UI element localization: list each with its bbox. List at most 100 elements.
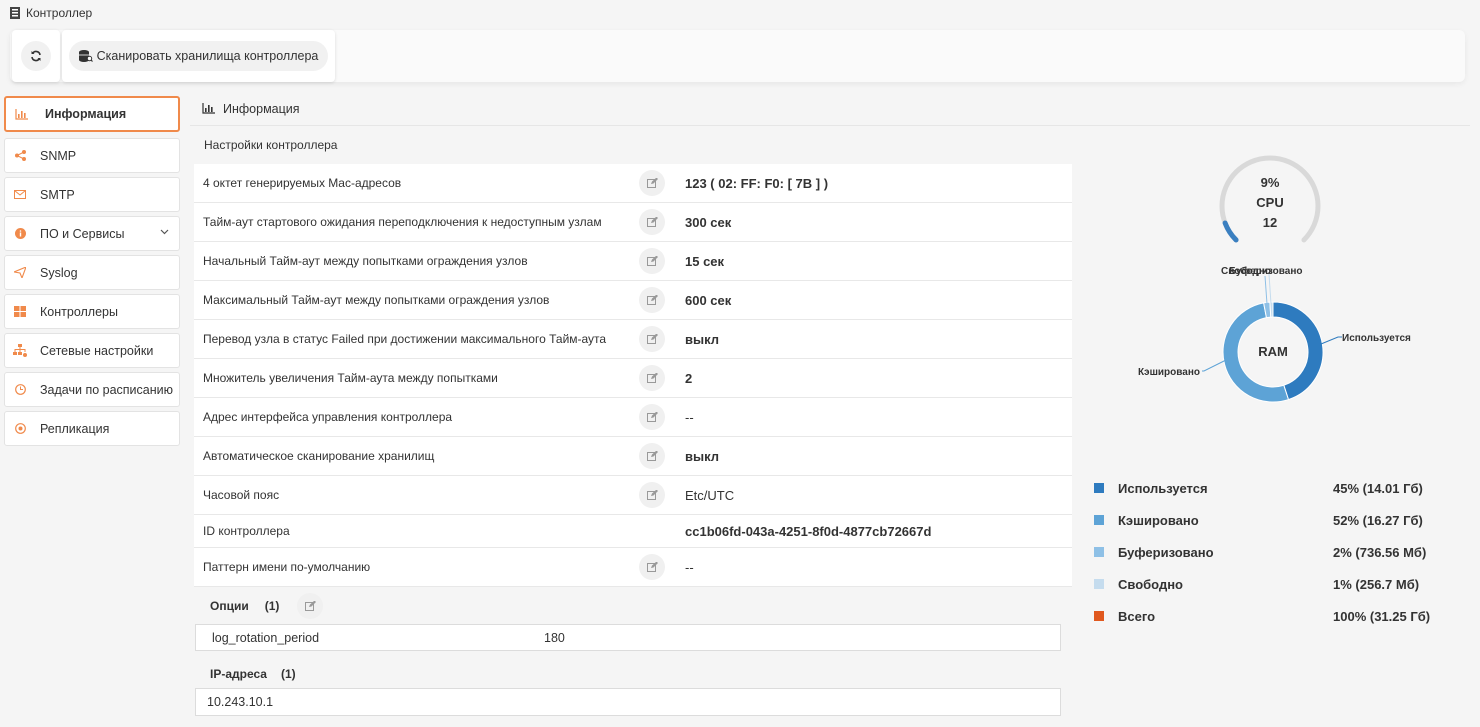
plus-circle-icon: [13, 422, 27, 436]
scan-storages-button[interactable]: Сканировать хранилища контроллера: [68, 41, 329, 71]
cpu-percent: 9%: [1261, 175, 1280, 190]
edit-icon: [646, 178, 658, 188]
edit-button[interactable]: [639, 443, 665, 469]
legend-swatch: [1094, 611, 1104, 621]
setting-value: 123 ( 02: FF: F0: [ 7B ] ): [685, 175, 829, 191]
sidebar-item-label: Репликация: [40, 421, 110, 436]
edit-button[interactable]: [639, 209, 665, 235]
sidebar-item-label: SNMP: [40, 148, 77, 163]
server-icon: [10, 7, 20, 19]
sidebar-item-controllers[interactable]: Контроллеры: [4, 294, 180, 329]
legend-row: Кэшировано 52% (16.27 Гб): [1094, 504, 1454, 536]
setting-value: --: [685, 409, 694, 425]
edit-button[interactable]: [639, 404, 665, 430]
callout-line-used: [1320, 336, 1342, 345]
refresh-group: [12, 30, 60, 82]
legend-value: 1% (256.7 Мб): [1333, 576, 1420, 592]
legend-name: Всего: [1118, 608, 1156, 624]
option-value: 180: [544, 630, 565, 645]
setting-value: Etc/UTC: [685, 487, 735, 503]
sidebar-item-label: Контроллеры: [40, 304, 118, 319]
callout-free: Свободно: [1221, 265, 1271, 277]
setting-label: Множитель увеличения Тайм-аута между поп…: [203, 371, 498, 385]
edit-button[interactable]: [639, 482, 665, 508]
setting-row: Перевод узла в статус Failed при достиже…: [194, 320, 1072, 359]
setting-label: 4 октет генерируемых Mac-адресов: [203, 176, 402, 190]
edit-icon: [646, 217, 658, 227]
refresh-button[interactable]: [21, 41, 51, 71]
edit-button[interactable]: [639, 287, 665, 313]
settings-table: 4 октет генерируемых Mac-адресов 123 ( 0…: [194, 164, 1072, 587]
options-header: Опции (1): [194, 588, 1072, 624]
options-row: log_rotation_period 180: [195, 624, 1061, 651]
sidebar-item-label: SMTP: [40, 187, 75, 202]
setting-value: 15 сек: [685, 253, 725, 269]
toolbar: Сканировать хранилища контроллера: [10, 30, 1465, 82]
settings-subheader: Настройки контроллера: [204, 138, 338, 152]
edit-icon: [646, 490, 658, 500]
edit-button[interactable]: [639, 170, 665, 196]
ip-value: 10.243.10.1: [207, 695, 274, 709]
sidebar-item-label: ПО и Сервисы: [40, 226, 125, 241]
callout-cached: Кэшировано: [1138, 367, 1200, 378]
chevron-down-icon: [160, 229, 169, 235]
network-icon: [13, 344, 27, 358]
sidebar-item-label: Задачи по расписанию: [40, 382, 174, 397]
section-title: Информация: [223, 101, 300, 116]
setting-label: Начальный Тайм-аут между попытками ограж…: [203, 254, 528, 268]
share-icon: [13, 149, 27, 163]
refresh-icon: [31, 50, 41, 62]
edit-icon: [646, 562, 658, 572]
paper-plane-icon: [13, 266, 27, 280]
sidebar-item-syslog[interactable]: Syslog: [4, 255, 180, 290]
callout-line-cached: [1202, 359, 1227, 372]
options-title: Опции: [210, 599, 249, 613]
legend-row: Свободно 1% (256.7 Мб): [1094, 568, 1454, 600]
legend-swatch: [1094, 483, 1104, 493]
edit-button[interactable]: [639, 365, 665, 391]
ram-callouts: Используется Кэшировано Буферизовано Сво…: [1138, 265, 1411, 378]
sidebar-item-info[interactable]: Информация: [4, 96, 180, 132]
sidebar-item-label: Сетевые настройки: [40, 343, 154, 358]
bar-chart-icon: [202, 103, 215, 114]
callout-line-buffered: [1264, 275, 1268, 305]
envelope-icon: [13, 188, 27, 202]
grid-icon: [13, 305, 27, 319]
ram-slice-3: [1269, 301, 1274, 318]
sidebar-item-snmp[interactable]: SNMP: [4, 138, 180, 173]
setting-label: Автоматическое сканирование хранилищ: [203, 449, 435, 463]
ip-title: IP-адреса: [210, 667, 267, 681]
options-edit-button[interactable]: [297, 593, 324, 619]
legend-name: Свободно: [1118, 576, 1183, 592]
edit-icon: [646, 373, 658, 383]
options-count: (1): [264, 599, 280, 613]
sidebar-item-scheduled-tasks[interactable]: Задачи по расписанию: [4, 372, 180, 407]
edit-icon: [646, 451, 658, 461]
legend-name: Кэшировано: [1118, 512, 1199, 528]
option-key: log_rotation_period: [212, 630, 320, 645]
sidebar-item-software[interactable]: ПО и Сервисы: [4, 216, 180, 251]
sidebar-item-replication[interactable]: Репликация: [4, 411, 180, 446]
setting-row: Множитель увеличения Тайм-аута между поп…: [194, 359, 1072, 398]
setting-value: --: [685, 559, 694, 575]
edit-button[interactable]: [639, 554, 665, 580]
callout-used: Используется: [1342, 333, 1411, 344]
ip-row: 10.243.10.1: [195, 688, 1061, 716]
legend-value: 2% (736.56 Мб): [1333, 544, 1427, 560]
setting-row: Паттерн имени по-умолчанию --: [194, 548, 1072, 587]
edit-icon: [646, 334, 658, 344]
setting-value: 2: [685, 370, 693, 386]
window-title: Контроллер: [26, 6, 93, 20]
edit-button[interactable]: [639, 326, 665, 352]
setting-value: cc1b06fd-043a-4251-8f0d-4877cb72667d: [685, 523, 932, 539]
setting-row: Начальный Тайм-аут между попытками ограж…: [194, 242, 1072, 281]
legend-row: Буферизовано 2% (736.56 Мб): [1094, 536, 1454, 568]
setting-row: ID контроллера cc1b06fd-043a-4251-8f0d-4…: [194, 515, 1072, 548]
edit-button[interactable]: [639, 248, 665, 274]
setting-label: Часовой пояс: [203, 488, 280, 502]
sidebar-item-network[interactable]: Сетевые настройки: [4, 333, 180, 368]
setting-label: ID контроллера: [203, 524, 290, 538]
edit-icon: [304, 601, 316, 611]
sidebar-item-smtp[interactable]: SMTP: [4, 177, 180, 212]
setting-label: Паттерн имени по-умолчанию: [203, 560, 371, 574]
